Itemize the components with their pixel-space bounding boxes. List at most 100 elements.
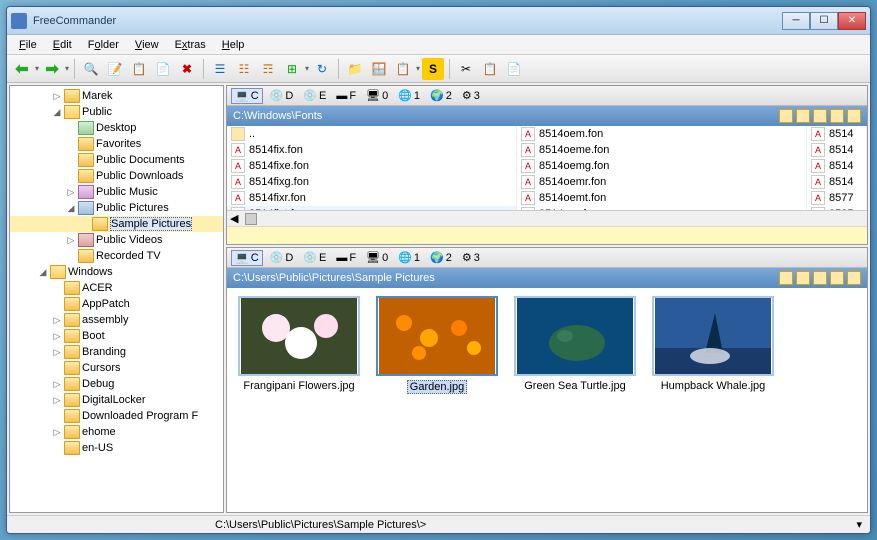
hscroll-top[interactable]: ◀ (227, 210, 867, 226)
thumbnail-view[interactable]: Frangipani Flowers.jpgGarden.jpgGreen Se… (227, 288, 867, 512)
file-row[interactable]: A8514 (807, 126, 866, 142)
drive-c-b[interactable]: 💻C (231, 250, 263, 266)
drive-2[interactable]: 🌍2 (427, 88, 455, 104)
tree-item[interactable]: ◢Public (10, 104, 223, 120)
tree-item[interactable]: ACER (10, 280, 223, 296)
new-icon[interactable]: 📄 (152, 58, 174, 80)
drive-3-b[interactable]: ⚙3 (459, 250, 483, 266)
file-row[interactable]: A8514fixg.fon (227, 174, 516, 190)
tree-item[interactable]: Favorites (10, 136, 223, 152)
status-dropdown-icon[interactable]: ▾ (856, 518, 862, 531)
forward-button[interactable]: ➡ (41, 58, 63, 80)
search-icon[interactable]: 🔍 (80, 58, 102, 80)
close-button[interactable]: ✕ (838, 12, 866, 30)
drive-d-b[interactable]: 💿D (267, 250, 297, 266)
view-small-icon[interactable]: ☶ (257, 58, 279, 80)
tree-item[interactable]: AppPatch (10, 296, 223, 312)
thumbnail[interactable]: Frangipani Flowers.jpg (235, 296, 363, 504)
tree-item[interactable]: ▷DigitalLocker (10, 392, 223, 408)
fav-icon[interactable] (779, 109, 793, 123)
tree-item[interactable]: en-US (10, 440, 223, 456)
history-icon-b[interactable] (796, 271, 810, 285)
drive-0-b[interactable]: 🖥0 (363, 250, 391, 266)
tree-toggle-icon[interactable]: ◢ (38, 267, 48, 278)
history-icon[interactable] (796, 109, 810, 123)
menu-edit[interactable]: Edit (45, 37, 80, 53)
tree-item[interactable]: Public Downloads (10, 168, 223, 184)
file-row[interactable]: A8514 (807, 142, 866, 158)
path-bar-bottom[interactable]: C:\Users\Public\Pictures\Sample Pictures (227, 268, 867, 288)
tree-item[interactable]: ▷Boot (10, 328, 223, 344)
menu-help[interactable]: Help (214, 37, 253, 53)
view-list-icon[interactable]: ☰ (209, 58, 231, 80)
star-icon-b[interactable] (813, 271, 827, 285)
delete-icon[interactable]: ✖ (176, 58, 198, 80)
file-list-top[interactable]: ..A8514fix.fonA8514fixe.fonA8514fixg.fon… (227, 126, 867, 210)
tree-toggle-icon[interactable]: ▷ (52, 379, 62, 390)
tree-item[interactable]: ▷Marek (10, 88, 223, 104)
view-details-icon[interactable]: ☷ (233, 58, 255, 80)
tree-item[interactable]: ◢Windows (10, 264, 223, 280)
tree-item[interactable]: ▷assembly (10, 312, 223, 328)
menu-extras[interactable]: Extras (167, 37, 214, 53)
menu-file[interactable]: File (11, 37, 45, 53)
file-row[interactable]: .. (227, 126, 516, 142)
drive-1-b[interactable]: 🌐1 (395, 250, 423, 266)
file-row[interactable]: A8514fix.fon (227, 142, 516, 158)
folder-tree[interactable]: ▷Marek◢PublicDesktopFavoritesPublic Docu… (9, 85, 224, 513)
drive-f[interactable]: ▬F (333, 88, 359, 104)
thumbnail[interactable]: Humpback Whale.jpg (649, 296, 777, 504)
drive-e[interactable]: 💿E (300, 88, 329, 104)
menu-folder[interactable]: Folder (80, 37, 127, 53)
thumbnail[interactable]: Green Sea Turtle.jpg (511, 296, 639, 504)
tree-item[interactable]: Downloaded Program F (10, 408, 223, 424)
drive-f-b[interactable]: ▬F (333, 250, 359, 266)
tree-toggle-icon[interactable]: ▷ (52, 427, 62, 438)
drive-3[interactable]: ⚙3 (459, 88, 483, 104)
drive-1[interactable]: 🌐1 (395, 88, 423, 104)
folder-icon[interactable]: 📁 (344, 58, 366, 80)
file-row[interactable]: A8514 (807, 158, 866, 174)
refresh2-icon-b[interactable] (847, 271, 861, 285)
path-bar-top[interactable]: C:\Windows\Fonts (227, 106, 867, 126)
tree-item[interactable]: Recorded TV (10, 248, 223, 264)
copy2-icon[interactable]: 📋 (479, 58, 501, 80)
back-button[interactable]: ⬅ (11, 58, 33, 80)
copy-icon[interactable]: 📋 (128, 58, 150, 80)
tree-toggle-icon[interactable]: ▷ (66, 235, 76, 246)
tree-toggle-icon[interactable]: ▷ (52, 315, 62, 326)
maximize-button[interactable]: ☐ (810, 12, 838, 30)
drive-2-b[interactable]: 🌍2 (427, 250, 455, 266)
tree-item[interactable]: Desktop (10, 120, 223, 136)
tree-item[interactable]: ▷Branding (10, 344, 223, 360)
tree-toggle-icon[interactable]: ▷ (52, 331, 62, 342)
windows-icon[interactable]: 🪟 (368, 58, 390, 80)
clipboard-icon[interactable]: 📋 (392, 58, 414, 80)
minimize-button[interactable]: ─ (782, 12, 810, 30)
file-row[interactable]: A8514oemt.fon (517, 190, 806, 206)
drive-d[interactable]: 💿D (267, 88, 297, 104)
tree-toggle-icon[interactable]: ▷ (52, 395, 62, 406)
file-row[interactable]: A8514fixr.fon (227, 190, 516, 206)
tree-toggle-icon[interactable]: ◢ (52, 107, 62, 118)
view-tiles-icon[interactable]: ⊞ (281, 58, 303, 80)
tree-item[interactable]: ▷Public Music (10, 184, 223, 200)
tree-item[interactable]: Sample Pictures (10, 216, 223, 232)
drive-c[interactable]: 💻C (231, 88, 263, 104)
edit-icon[interactable]: 📝 (104, 58, 126, 80)
star-icon[interactable] (813, 109, 827, 123)
drive-e-b[interactable]: 💿E (300, 250, 329, 266)
file-row[interactable]: A8577 (807, 190, 866, 206)
file-row[interactable]: A8514oemg.fon (517, 158, 806, 174)
filter-strip-top[interactable] (227, 226, 867, 244)
thumbnail[interactable]: Garden.jpg (373, 296, 501, 504)
tree-item[interactable]: ▷ehome (10, 424, 223, 440)
menu-view[interactable]: View (127, 37, 167, 53)
tree-toggle-icon[interactable]: ▷ (52, 91, 62, 102)
tree-toggle-icon[interactable]: ▷ (66, 187, 76, 198)
tree-item[interactable]: Public Documents (10, 152, 223, 168)
file-row[interactable]: A8514 (807, 174, 866, 190)
up-icon-b[interactable] (830, 271, 844, 285)
file-row[interactable]: A8514fixe.fon (227, 158, 516, 174)
file-row[interactable]: A8514oem.fon (517, 126, 806, 142)
